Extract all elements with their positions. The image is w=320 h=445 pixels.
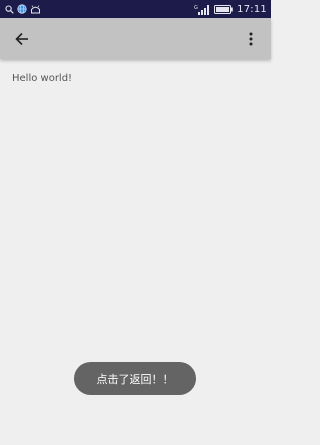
overflow-menu-button[interactable] <box>241 29 261 49</box>
status-bar-notifications <box>5 4 44 14</box>
android-icon <box>31 4 40 13</box>
back-button[interactable] <box>12 29 32 49</box>
arrow-left-icon <box>15 32 28 45</box>
hello-text: Hello world! <box>12 73 73 84</box>
network-label: G <box>194 5 198 11</box>
toast-message: 点击了返回！！ <box>74 362 196 395</box>
search-icon <box>5 4 14 14</box>
battery-icon <box>214 4 233 14</box>
status-bar: G 17:11 <box>0 0 271 18</box>
status-bar-system: G 17:11 <box>190 4 267 15</box>
status-time: 17:11 <box>237 3 267 15</box>
app-bar <box>0 18 271 59</box>
more-vert-icon <box>249 32 253 45</box>
globe-icon <box>17 4 27 14</box>
signal-icon: G <box>194 4 210 15</box>
